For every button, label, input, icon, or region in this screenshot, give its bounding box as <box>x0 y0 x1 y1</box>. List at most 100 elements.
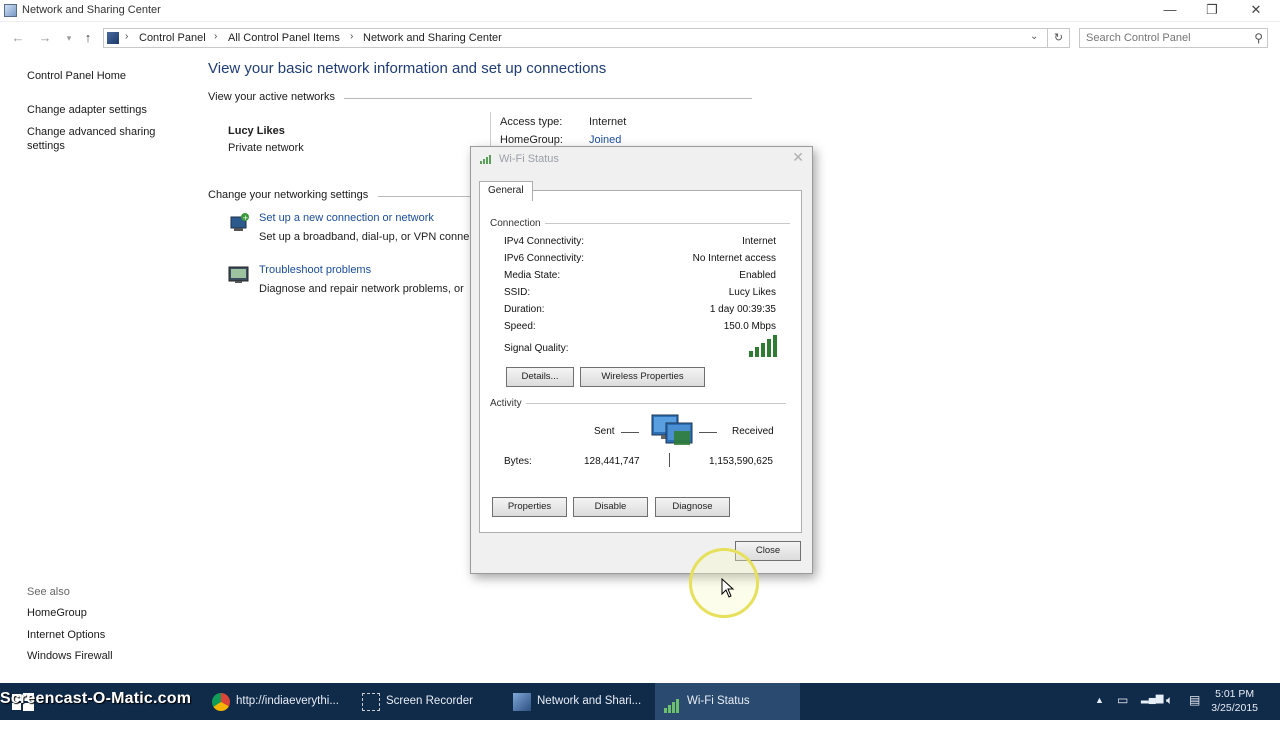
window-title: Network and Sharing Center <box>22 4 161 16</box>
notification-icon[interactable]: ▤ <box>1189 693 1200 707</box>
screen-recorder-icon <box>362 693 380 711</box>
wireless-properties-button[interactable]: Wireless Properties <box>580 367 705 387</box>
dialog-close-icon[interactable]: ✕ <box>792 149 804 166</box>
ssid-value: Lucy Likes <box>728 287 776 298</box>
homegroup-link[interactable]: HomeGroup <box>27 607 87 619</box>
taskbar-item-label: Wi-Fi Status <box>687 695 750 707</box>
change-advanced-sharing-link[interactable]: Change advanced sharing settings <box>27 125 177 153</box>
address-bar[interactable]: › Control Panel › All Control Panel Item… <box>103 28 1070 48</box>
bytes-received-value: 1,153,590,625 <box>709 456 773 467</box>
media-state-value: Enabled <box>739 270 776 281</box>
access-type-value: Internet <box>589 116 627 128</box>
activity-group-label: Activity <box>490 398 526 409</box>
divider <box>621 432 639 433</box>
address-dropdown-icon[interactable]: ⌄ <box>1030 31 1038 42</box>
forward-button[interactable]: → <box>36 29 54 47</box>
chevron-right-icon: › <box>350 31 354 42</box>
windows-firewall-link[interactable]: Windows Firewall <box>27 650 113 662</box>
chrome-icon <box>212 693 230 711</box>
page-title: View your basic network information and … <box>208 60 607 77</box>
mouse-cursor-icon <box>721 577 735 598</box>
taskbar: http://indiaeverythi... Screen Recorder … <box>0 683 1280 720</box>
general-tab-panel: Connection IPv4 Connectivity: Internet I… <box>479 190 802 533</box>
breadcrumb-control-panel[interactable]: Control Panel <box>139 32 206 44</box>
search-input[interactable] <box>1080 29 1240 47</box>
ipv4-value: Internet <box>742 236 776 247</box>
taskbar-item-screen-recorder[interactable]: Screen Recorder <box>354 683 502 720</box>
ipv6-label: IPv6 Connectivity: <box>504 253 585 264</box>
taskbar-item-network-sharing[interactable]: Network and Shari... <box>505 683 653 720</box>
new-connection-icon: + <box>228 213 250 233</box>
homegroup-label: HomeGroup: <box>500 134 563 146</box>
signal-strength-icon <box>748 335 778 357</box>
recent-locations-icon[interactable]: ▾ <box>60 29 78 47</box>
see-also-heading: See also <box>27 586 70 598</box>
chevron-right-icon: › <box>125 31 129 42</box>
taskbar-item-label: Screen Recorder <box>386 695 473 707</box>
up-button[interactable]: ↑ <box>79 29 97 47</box>
chevron-right-icon: › <box>214 31 218 42</box>
setup-connection-description: Set up a broadband, dial-up, or VPN conn… <box>259 231 470 243</box>
back-button[interactable]: ← <box>9 29 27 47</box>
network-type: Private network <box>228 142 304 154</box>
clock-date: 3/25/2015 <box>1211 702 1258 714</box>
taskbar-item-browser[interactable]: http://indiaeverythi... <box>204 683 352 720</box>
speed-label: Speed: <box>504 321 536 332</box>
bytes-sent-value: 128,441,747 <box>584 456 640 467</box>
troubleshoot-problems-link[interactable]: Troubleshoot problems <box>259 264 371 276</box>
diagnose-button[interactable]: Diagnose <box>655 497 730 517</box>
control-panel-home-link[interactable]: Control Panel Home <box>27 70 126 82</box>
troubleshoot-description: Diagnose and repair network problems, or <box>259 283 464 295</box>
homegroup-joined-link[interactable]: Joined <box>589 134 621 146</box>
title-bar: Network and Sharing Center — ❐ ✕ <box>0 0 1280 22</box>
divider <box>490 403 786 404</box>
ipv6-value: No Internet access <box>692 253 776 264</box>
ipv4-label: IPv4 Connectivity: <box>504 236 585 247</box>
speed-value: 150.0 Mbps <box>723 321 776 332</box>
search-icon[interactable]: ⚲ <box>1254 31 1263 45</box>
properties-button[interactable]: Properties <box>492 497 567 517</box>
network-activity-icon <box>650 413 694 449</box>
taskbar-item-wifi-status[interactable]: Wi-Fi Status <box>655 683 800 720</box>
network-name: Lucy Likes <box>228 125 285 137</box>
disable-button[interactable]: Disable <box>573 497 648 517</box>
divider <box>378 196 474 197</box>
bytes-label: Bytes: <box>504 456 532 467</box>
clock-time: 5:01 PM <box>1215 688 1255 700</box>
internet-options-link[interactable]: Internet Options <box>27 629 105 641</box>
breadcrumb-all-items[interactable]: All Control Panel Items <box>228 32 340 44</box>
address-row: ← → ▾ ↑ › Control Panel › All Control Pa… <box>0 26 1280 50</box>
details-button[interactable]: Details... <box>506 367 574 387</box>
battery-icon[interactable]: ▭ <box>1117 693 1128 707</box>
clock[interactable]: 5:01 PM 3/25/2015 <box>1211 687 1258 715</box>
tab-general[interactable]: General <box>479 181 533 201</box>
divider <box>699 432 717 433</box>
wifi-signal-icon <box>480 154 494 164</box>
svg-text:+: + <box>243 214 249 222</box>
taskbar-item-label: http://indiaeverythi... <box>236 695 339 707</box>
network-tray-icon[interactable]: ▂▄▆ <box>1141 693 1163 704</box>
change-adapter-settings-link[interactable]: Change adapter settings <box>27 104 147 116</box>
breadcrumb-network-center[interactable]: Network and Sharing Center <box>363 32 502 44</box>
volume-icon[interactable]: 🔈︎ <box>1166 693 1173 708</box>
restore-button[interactable]: ❐ <box>1189 0 1235 22</box>
tray-chevron-icon[interactable]: ▲ <box>1095 695 1104 705</box>
wifi-signal-icon <box>663 693 681 713</box>
media-state-label: Media State: <box>504 270 561 281</box>
search-box[interactable]: ⚲ <box>1079 28 1268 48</box>
minimize-button[interactable]: — <box>1147 0 1193 22</box>
refresh-button[interactable]: ↻ <box>1047 29 1069 47</box>
close-window-button[interactable]: ✕ <box>1233 0 1279 22</box>
change-settings-heading: Change your networking settings <box>208 189 369 201</box>
active-networks-heading: View your active networks <box>208 91 335 103</box>
duration-label: Duration: <box>504 304 545 315</box>
duration-value: 1 day 00:39:35 <box>709 304 776 315</box>
network-center-icon <box>513 693 531 711</box>
wifi-status-dialog: Wi-Fi Status ✕ General Connection IPv4 C… <box>470 146 813 574</box>
taskbar-item-label: Network and Shari... <box>537 695 642 707</box>
connection-group-label: Connection <box>490 218 545 229</box>
network-center-icon <box>4 4 17 17</box>
ssid-label: SSID: <box>504 287 531 298</box>
setup-new-connection-link[interactable]: Set up a new connection or network <box>259 212 434 224</box>
troubleshoot-icon <box>228 265 250 285</box>
